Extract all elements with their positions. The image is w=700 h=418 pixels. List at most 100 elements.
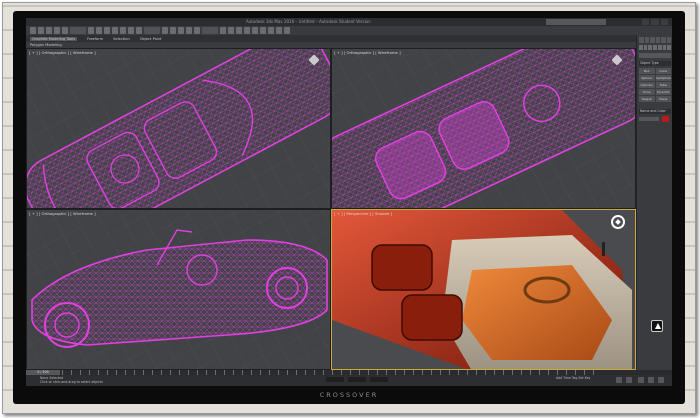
- search-input[interactable]: [546, 19, 606, 25]
- reference-coordinate-dropdown[interactable]: [144, 27, 160, 34]
- percent-snap-icon[interactable]: [186, 27, 192, 34]
- object-color-swatch[interactable]: [662, 116, 669, 122]
- orbit-icon[interactable]: [658, 377, 664, 383]
- viewport-top-right[interactable]: [ + ] [ Orthographic ] [ Wireframe ]: [331, 48, 636, 209]
- select-by-name-icon[interactable]: [96, 27, 102, 34]
- wireframe-car-top: [27, 49, 330, 208]
- teapot-button[interactable]: Teapot: [639, 96, 655, 102]
- render-icon[interactable]: [284, 27, 290, 34]
- geometry-icon[interactable]: [639, 45, 643, 50]
- plane-button[interactable]: Plane: [655, 96, 671, 102]
- window-title: Autodesk 3ds Max 2016 – Untitled – Autod…: [246, 19, 371, 24]
- status-bar: None Selected Click or click-and-drag to…: [26, 375, 672, 386]
- wireframe-car-side: [27, 210, 330, 369]
- pivot-icon[interactable]: [162, 27, 168, 34]
- object-type-buttons: Box Cone Sphere GeoSphere Cylinder Tube …: [639, 68, 671, 102]
- mirror-icon[interactable]: [220, 27, 226, 34]
- snap-icon[interactable]: [170, 27, 176, 34]
- tab-graphite-modeling[interactable]: Graphite Modeling Tools: [30, 36, 78, 41]
- tab-freeform[interactable]: Freeform: [87, 37, 103, 41]
- create-tab[interactable]: [639, 37, 644, 43]
- viewport-area: [ + ] [ Orthographic ] [ Wireframe ] [+…: [26, 48, 636, 370]
- command-panel: Object Type Box Cone Sphere GeoSphere Cy…: [636, 35, 672, 370]
- align-icon[interactable]: [228, 27, 234, 34]
- selection-filter-dropdown[interactable]: [70, 27, 86, 34]
- tab-object-paint[interactable]: Object Paint: [140, 37, 162, 41]
- z-coordinate-field[interactable]: [370, 377, 388, 382]
- play-button[interactable]: [616, 377, 622, 383]
- pan-icon[interactable]: [648, 377, 654, 383]
- object-name-input[interactable]: [639, 117, 659, 121]
- pyramid-button[interactable]: Pyramid: [655, 89, 671, 95]
- named-selection-dropdown[interactable]: [202, 27, 218, 34]
- command-panel-tabs: [639, 37, 671, 43]
- name-and-color-rollout[interactable]: Name and Color: [639, 109, 671, 114]
- key-controls: Add Time Tag Set Key: [556, 376, 591, 380]
- move-icon[interactable]: [120, 27, 126, 34]
- display-tab[interactable]: [661, 37, 666, 43]
- layer-icon[interactable]: [236, 27, 242, 34]
- viewport-label[interactable]: [ + ] [ Orthographic ] [ Wireframe ]: [29, 211, 96, 216]
- viewport-label[interactable]: [ + ] [ Orthographic ] [ Wireframe ]: [29, 50, 96, 55]
- viewport-top-left[interactable]: [ + ] [ Orthographic ] [ Wireframe ]: [26, 48, 331, 209]
- render-frame-icon[interactable]: [276, 27, 282, 34]
- viewport-label[interactable]: [ + ] [ Perspective ] [ Shaded ]: [334, 211, 392, 216]
- maximize-button[interactable]: [651, 19, 659, 25]
- primitive-type-dropdown[interactable]: [639, 53, 671, 58]
- unlink-icon[interactable]: [54, 27, 60, 34]
- lights-icon[interactable]: [648, 45, 653, 50]
- monitor-brand: CROSSOVER: [319, 391, 379, 399]
- window-crossing-icon[interactable]: [112, 27, 118, 34]
- shapes-icon[interactable]: [643, 45, 648, 50]
- curve-editor-icon[interactable]: [244, 27, 250, 34]
- angle-snap-icon[interactable]: [178, 27, 184, 34]
- x-coordinate-field[interactable]: [326, 377, 344, 382]
- scale-icon[interactable]: [136, 27, 142, 34]
- material-editor-icon[interactable]: [260, 27, 266, 34]
- viewport-label[interactable]: [ + ] [ Orthographic ] [ Wireframe ]: [334, 50, 401, 55]
- spinner-snap-icon[interactable]: [194, 27, 200, 34]
- title-bar: Autodesk 3ds Max 2016 – Untitled – Autod…: [26, 18, 672, 26]
- zoom-icon[interactable]: [638, 377, 644, 383]
- close-button[interactable]: [660, 19, 668, 25]
- select-icon[interactable]: [88, 27, 94, 34]
- monitor-bezel: CROSSOVER Autodesk 3ds Max 2016 – Untitl…: [13, 11, 685, 404]
- redo-icon[interactable]: [38, 27, 44, 34]
- motion-tab[interactable]: [655, 37, 660, 43]
- render-setup-icon[interactable]: [268, 27, 274, 34]
- torus-button[interactable]: Torus: [639, 89, 655, 95]
- wireframe-car-angled: [332, 49, 635, 208]
- bind-icon[interactable]: [62, 27, 68, 34]
- utilities-tab[interactable]: [666, 37, 671, 43]
- screen: Autodesk 3ds Max 2016 – Untitled – Autod…: [26, 18, 672, 386]
- viewport-bottom-left[interactable]: [ + ] [ Orthographic ] [ Wireframe ]: [26, 209, 331, 370]
- spacewarps-icon[interactable]: [662, 45, 667, 50]
- link-icon[interactable]: [46, 27, 52, 34]
- window-controls: [642, 19, 668, 25]
- schematic-icon[interactable]: [252, 27, 258, 34]
- viewcube-home-icon[interactable]: [651, 320, 663, 332]
- create-categories: [639, 45, 672, 50]
- object-type-rollout[interactable]: Object Type: [639, 61, 671, 66]
- viewport-perspective[interactable]: [ + ] [ Perspective ] [ Shaded ]: [331, 209, 636, 370]
- cone-button[interactable]: Cone: [655, 68, 671, 74]
- hierarchy-tab[interactable]: [650, 37, 655, 43]
- undo-icon[interactable]: [30, 27, 36, 34]
- minimize-button[interactable]: [642, 19, 650, 25]
- region-select-icon[interactable]: [104, 27, 110, 34]
- prompt-line: Click or click-and-drag to select object…: [40, 380, 103, 384]
- geosphere-button[interactable]: GeoSphere: [655, 75, 671, 81]
- next-frame-button[interactable]: [626, 377, 632, 383]
- systems-icon[interactable]: [667, 45, 672, 50]
- helpers-icon[interactable]: [657, 45, 662, 50]
- sphere-button[interactable]: Sphere: [639, 75, 655, 81]
- tube-button[interactable]: Tube: [655, 82, 671, 88]
- modify-tab[interactable]: [644, 37, 649, 43]
- y-coordinate-field[interactable]: [348, 377, 366, 382]
- cameras-icon[interactable]: [653, 45, 657, 50]
- tab-selection[interactable]: Selection: [113, 37, 130, 41]
- box-button[interactable]: Box: [639, 68, 655, 74]
- cylinder-button[interactable]: Cylinder: [639, 82, 655, 88]
- rotate-icon[interactable]: [128, 27, 134, 34]
- steering-wheel-icon[interactable]: [611, 215, 625, 229]
